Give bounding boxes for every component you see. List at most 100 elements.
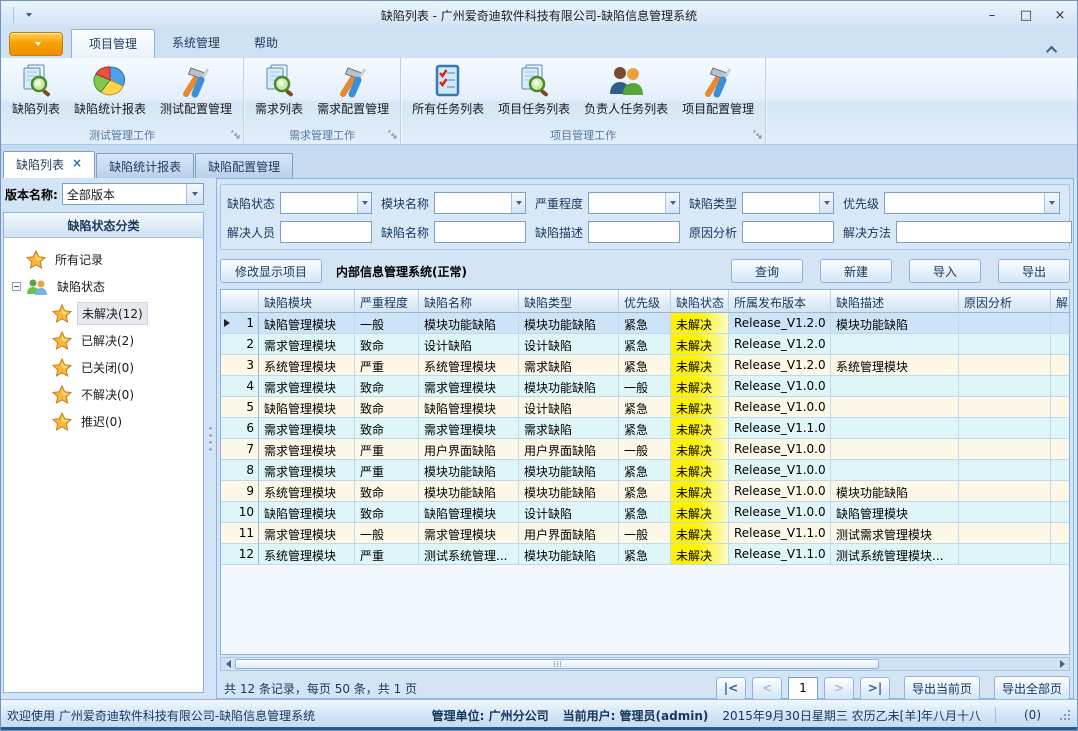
table-row[interactable]: 6需求管理模块致命需求管理模块需求缺陷紧急未解决Release_V1.1.0: [221, 418, 1069, 439]
table-row[interactable]: 8需求管理模块严重模块功能缺陷模块功能缺陷紧急未解决Release_V1.0.0: [221, 460, 1069, 481]
combo-dropdown-button[interactable]: [511, 193, 525, 213]
filter-combobox-缺陷类型[interactable]: [742, 192, 834, 214]
prev-page-button[interactable]: <: [752, 677, 782, 700]
last-page-button[interactable]: >|: [860, 677, 890, 700]
ribbon-button-所有任务列表[interactable]: 所有任务列表: [405, 60, 491, 128]
grid-header-原因分析[interactable]: 原因分析: [959, 290, 1051, 312]
filter-combo-value[interactable]: [435, 193, 511, 213]
grid-header-缺陷描述[interactable]: 缺陷描述: [831, 290, 959, 312]
dialog-launcher-icon[interactable]: [231, 128, 240, 142]
table-row[interactable]: 4需求管理模块致命需求管理模块模块功能缺陷一般未解决Release_V1.0.0: [221, 376, 1069, 397]
export-all-pages-button[interactable]: 导出全部页: [994, 676, 1070, 700]
combo-dropdown-button[interactable]: [1044, 193, 1059, 213]
scroll-right-icon[interactable]: [1055, 658, 1069, 670]
tree-item-已解决(2)[interactable]: 已解决(2): [6, 327, 201, 354]
filter-text-value[interactable]: [743, 222, 833, 242]
action-button-导入[interactable]: 导入: [909, 259, 981, 283]
tree-item-缺陷状态[interactable]: 缺陷状态: [6, 273, 201, 300]
filter-combo-value[interactable]: [743, 193, 819, 213]
page-number-input[interactable]: [788, 677, 818, 700]
filter-combobox-严重程度[interactable]: [588, 192, 680, 214]
dialog-launcher-icon[interactable]: [388, 128, 397, 142]
table-row[interactable]: 3系统管理模块严重系统管理模块需求缺陷紧急未解决Release_V1.2.0系统…: [221, 355, 1069, 376]
grid-header-严重程度[interactable]: 严重程度: [355, 290, 419, 312]
table-row[interactable]: 10缺陷管理模块致命缺陷管理模块设计缺陷紧急未解决Release_V1.0.0缺…: [221, 502, 1069, 523]
first-page-button[interactable]: |<: [716, 677, 746, 700]
resize-grip[interactable]: [1059, 709, 1071, 721]
combo-dropdown-button[interactable]: [357, 193, 371, 213]
filter-text-value[interactable]: [897, 222, 1071, 242]
filter-combo-value[interactable]: [589, 193, 665, 213]
grid-header-缺陷模块[interactable]: 缺陷模块: [259, 290, 355, 312]
ribbon-button-项目配置管理[interactable]: 项目配置管理: [675, 60, 761, 128]
combo-dropdown-button[interactable]: [819, 193, 833, 213]
maximize-button[interactable]: □: [1009, 4, 1043, 26]
filter-combobox-缺陷状态[interactable]: [280, 192, 372, 214]
doc-tab-缺陷列表[interactable]: 缺陷列表×: [3, 151, 95, 178]
tree-item-推迟(0)[interactable]: 推迟(0): [6, 408, 201, 435]
grid-header-缺陷状态[interactable]: 缺陷状态: [671, 290, 729, 312]
grid-header-解决方法[interactable]: 解决方法: [1051, 290, 1070, 312]
grid-header-优先级[interactable]: 优先级: [619, 290, 671, 312]
filter-combobox-优先级[interactable]: [884, 192, 1060, 214]
action-button-查询[interactable]: 查询: [731, 259, 803, 283]
minimize-button[interactable]: –: [975, 4, 1009, 26]
tree-item-未解决(12)[interactable]: 未解决(12): [6, 300, 201, 327]
ribbon-tab-帮助[interactable]: 帮助: [237, 29, 295, 58]
horizontal-scrollbar[interactable]: [220, 657, 1070, 671]
dialog-launcher-icon[interactable]: [753, 128, 762, 142]
ribbon-button-需求列表[interactable]: 需求列表: [248, 60, 310, 128]
filter-input-缺陷名称[interactable]: [434, 221, 526, 243]
scroll-left-icon[interactable]: [221, 658, 235, 670]
grid-header-缺陷名称[interactable]: 缺陷名称: [419, 290, 519, 312]
action-button-新建[interactable]: 新建: [820, 259, 892, 283]
table-row[interactable]: 11需求管理模块一般需求管理模块用户界面缺陷一般未解决Release_V1.1.…: [221, 523, 1069, 544]
table-row[interactable]: 1缺陷管理模块一般模块功能缺陷模块功能缺陷紧急未解决Release_V1.2.0…: [221, 313, 1069, 334]
version-combobox[interactable]: 全部版本: [62, 183, 204, 205]
filter-input-缺陷描述[interactable]: [588, 221, 680, 243]
table-row[interactable]: 2需求管理模块致命设计缺陷设计缺陷紧急未解决Release_V1.2.0: [221, 334, 1069, 355]
app-menu-button[interactable]: [9, 32, 63, 56]
combo-dropdown-button[interactable]: [665, 193, 679, 213]
quick-access-caret-icon[interactable]: [26, 13, 32, 17]
ribbon-button-缺陷列表[interactable]: 缺陷列表: [5, 60, 67, 128]
next-page-button[interactable]: >: [824, 677, 854, 700]
modify-columns-button[interactable]: 修改显示项目: [220, 259, 322, 283]
ribbon-button-负责人任务列表[interactable]: 负责人任务列表: [577, 60, 675, 128]
table-row[interactable]: 5缺陷管理模块致命缺陷管理模块设计缺陷紧急未解决Release_V1.0.0: [221, 397, 1069, 418]
filter-combobox-模块名称[interactable]: [434, 192, 526, 214]
tree-item-不解决(0)[interactable]: 不解决(0): [6, 381, 201, 408]
ribbon-button-项目任务列表[interactable]: 项目任务列表: [491, 60, 577, 128]
tree-expander-icon[interactable]: [12, 282, 21, 291]
scrollbar-thumb[interactable]: [235, 659, 879, 669]
filter-text-value[interactable]: [435, 222, 525, 242]
action-button-导出[interactable]: 导出: [998, 259, 1070, 283]
filter-input-解决方法[interactable]: [896, 221, 1072, 243]
table-row[interactable]: 9系统管理模块致命模块功能缺陷模块功能缺陷紧急未解决Release_V1.0.0…: [221, 481, 1069, 502]
doc-tab-close-icon[interactable]: ×: [72, 156, 82, 170]
ribbon-collapse-icon[interactable]: [1046, 46, 1057, 57]
close-button[interactable]: ×: [1043, 4, 1077, 26]
table-row[interactable]: 12系统管理模块严重测试系统管理...模块功能缺陷紧急未解决Release_V1…: [221, 544, 1069, 565]
filter-combo-value[interactable]: [885, 193, 1044, 213]
table-row[interactable]: 7需求管理模块严重用户界面缺陷用户界面缺陷一般未解决Release_V1.0.0: [221, 439, 1069, 460]
tree-item-所有记录[interactable]: 所有记录: [6, 246, 201, 273]
export-current-page-button[interactable]: 导出当前页: [904, 676, 980, 700]
tree-item-已关闭(0)[interactable]: 已关闭(0): [6, 354, 201, 381]
doc-tab-缺陷统计报表[interactable]: 缺陷统计报表: [96, 153, 194, 178]
ribbon-button-测试配置管理[interactable]: 测试配置管理: [153, 60, 239, 128]
filter-text-value[interactable]: [589, 222, 679, 242]
grid-header-所属发布版本[interactable]: 所属发布版本: [729, 290, 831, 312]
ribbon-button-需求配置管理[interactable]: 需求配置管理: [310, 60, 396, 128]
ribbon-tab-系统管理[interactable]: 系统管理: [155, 29, 237, 58]
filter-input-原因分析[interactable]: [742, 221, 834, 243]
ribbon-button-缺陷统计报表[interactable]: 缺陷统计报表: [67, 60, 153, 128]
filter-combo-value[interactable]: [281, 193, 357, 213]
sidebar-splitter[interactable]: [204, 178, 216, 699]
doc-tab-缺陷配置管理[interactable]: 缺陷配置管理: [195, 153, 293, 178]
filter-input-解决人员[interactable]: [280, 221, 372, 243]
ribbon-tab-项目管理[interactable]: 项目管理: [71, 29, 155, 58]
grid-header-缺陷类型[interactable]: 缺陷类型: [519, 290, 619, 312]
version-dropdown-button[interactable]: [186, 184, 203, 204]
filter-text-value[interactable]: [281, 222, 371, 242]
